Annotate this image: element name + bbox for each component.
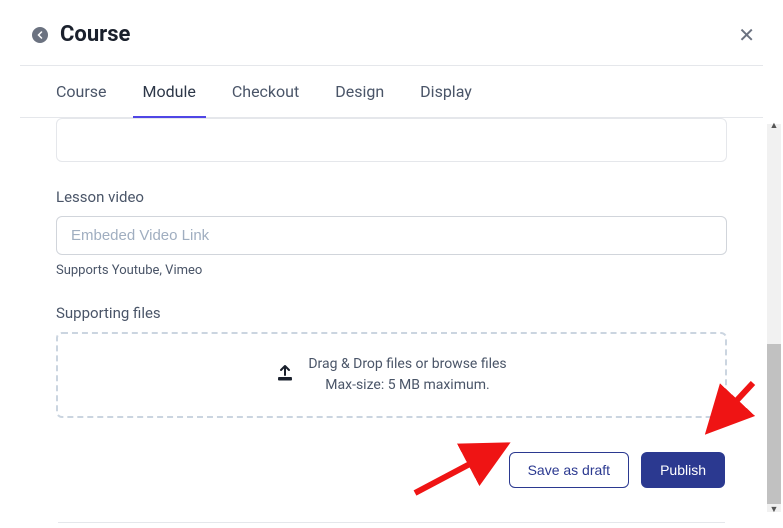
- previous-field-box: [56, 118, 727, 162]
- tab-module[interactable]: Module: [143, 66, 196, 117]
- save-draft-button[interactable]: Save as draft: [509, 452, 630, 488]
- header-left: Course: [32, 22, 130, 47]
- divider: [58, 522, 725, 523]
- lesson-video-label: Lesson video: [56, 188, 727, 206]
- dropzone-line2: Max-size: 5 MB maximum.: [308, 375, 506, 396]
- action-buttons: Save as draft Publish: [56, 452, 727, 488]
- tab-display[interactable]: Display: [420, 66, 472, 117]
- lesson-video-input[interactable]: [56, 216, 727, 255]
- form-panel: Lesson video Supports Youtube, Vimeo Sup…: [38, 118, 745, 512]
- upload-icon: [276, 364, 294, 387]
- scroll-up-icon[interactable]: ▲: [769, 120, 779, 130]
- dropzone-text: Drag & Drop files or browse files Max-si…: [308, 354, 506, 396]
- supporting-files-section: Supporting files Drag & Drop files or br…: [56, 304, 727, 418]
- tab-design[interactable]: Design: [335, 66, 384, 117]
- scroll-down-icon[interactable]: ▼: [769, 504, 779, 514]
- publish-button[interactable]: Publish: [641, 452, 725, 488]
- back-icon[interactable]: [32, 27, 48, 43]
- scrollbar-thumb[interactable]: [767, 344, 781, 504]
- tab-course[interactable]: Course: [56, 66, 107, 117]
- lesson-video-section: Lesson video Supports Youtube, Vimeo: [56, 188, 727, 278]
- tabs: Course Module Checkout Design Display: [20, 66, 763, 118]
- tab-checkout[interactable]: Checkout: [232, 66, 299, 117]
- close-icon[interactable]: ✕: [738, 23, 755, 47]
- dropzone-line1: Drag & Drop files or browse files: [308, 354, 506, 375]
- content: Lesson video Supports Youtube, Vimeo Sup…: [0, 118, 783, 523]
- content-wrapper: Lesson video Supports Youtube, Vimeo Sup…: [0, 118, 783, 518]
- file-dropzone[interactable]: Drag & Drop files or browse files Max-si…: [56, 332, 727, 418]
- page-title: Course: [60, 22, 130, 47]
- modal-header: Course ✕: [0, 0, 783, 65]
- lesson-video-hint: Supports Youtube, Vimeo: [56, 263, 727, 278]
- supporting-files-label: Supporting files: [56, 304, 727, 322]
